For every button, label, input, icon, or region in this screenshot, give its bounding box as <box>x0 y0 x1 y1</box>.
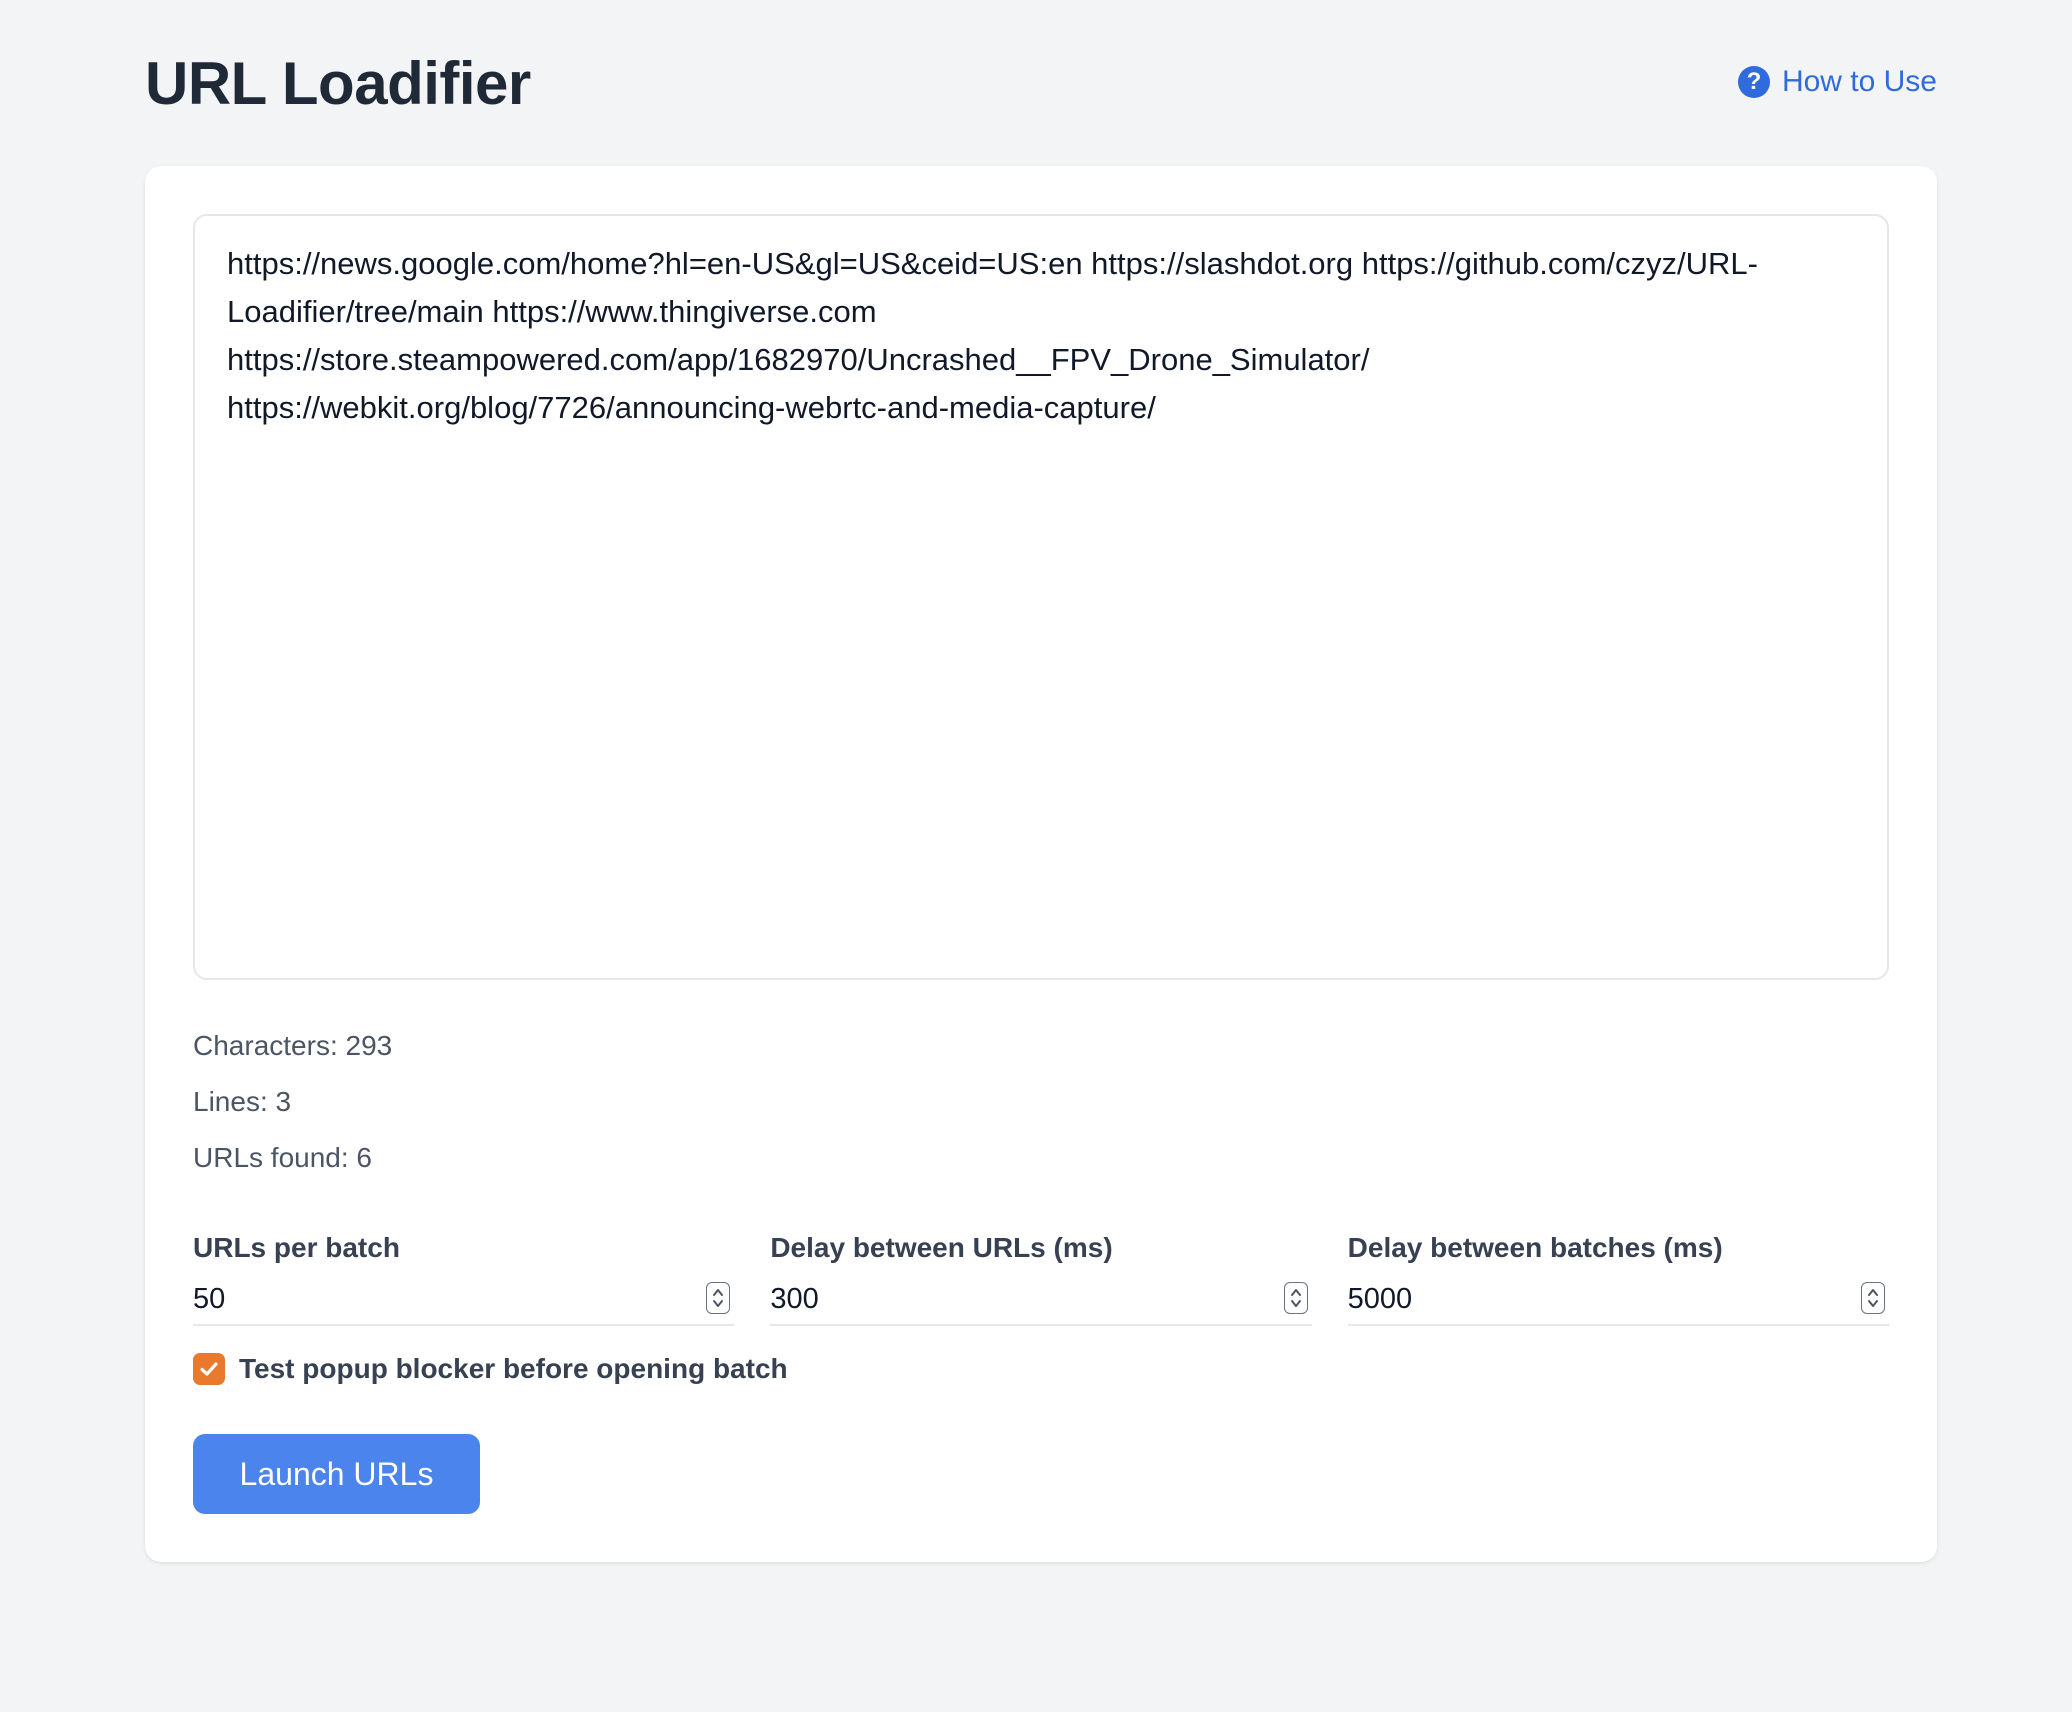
urls-found-count: URLs found: 6 <box>193 1142 372 1173</box>
checkmark-icon <box>200 1362 218 1376</box>
popup-test-option[interactable]: Test popup blocker before opening batch <box>193 1349 788 1389</box>
delay-between-batches-label: Delay between batches (ms) <box>1347 1232 1723 1263</box>
how-to-use-label: How to Use <box>1781 65 1937 98</box>
delay-between-urls-field <box>770 1274 1312 1326</box>
page-title: URL Loadifier <box>145 50 531 117</box>
popup-test-label: Test popup blocker before opening batch <box>239 1353 788 1384</box>
launch-urls-button[interactable]: Launch URLs <box>193 1434 480 1514</box>
urls-per-batch-stepper[interactable] <box>706 1282 731 1314</box>
stats-panel: Characters: 293 Lines: 3 URLs found: 6 <box>193 1026 392 1194</box>
main-card: Characters: 293 Lines: 3 URLs found: 6 U… <box>145 166 1937 1562</box>
settings-row: URLs per batch Delay between URLs (ms) D… <box>193 1228 1889 1326</box>
delay-between-urls-stepper[interactable] <box>1283 1282 1308 1314</box>
delay-between-batches-field <box>1347 1274 1889 1326</box>
delay-between-batches-input[interactable] <box>1347 1279 1889 1319</box>
urls-per-batch-label: URLs per batch <box>193 1232 400 1263</box>
urls-per-batch-field <box>193 1274 735 1326</box>
how-to-use-link[interactable]: ? How to Use <box>1737 62 1937 102</box>
popup-test-checkbox[interactable] <box>193 1353 225 1385</box>
character-count: Characters: 293 <box>193 1030 393 1061</box>
delay-between-urls-label: Delay between URLs (ms) <box>770 1232 1113 1263</box>
delay-between-batches-stepper[interactable] <box>1860 1282 1885 1314</box>
urls-per-batch-input[interactable] <box>193 1279 735 1319</box>
delay-between-batches-setting: Delay between batches (ms) <box>1347 1228 1889 1326</box>
delay-between-urls-input[interactable] <box>770 1279 1312 1319</box>
chevron-up-down-icon <box>1290 1289 1301 1307</box>
url-textarea[interactable] <box>193 214 1889 980</box>
chevron-up-down-icon <box>1867 1289 1878 1307</box>
delay-between-urls-setting: Delay between URLs (ms) <box>770 1228 1312 1326</box>
line-count: Lines: 3 <box>193 1086 292 1117</box>
urls-per-batch-setting: URLs per batch <box>193 1228 735 1326</box>
question-circle-icon: ? <box>1737 66 1770 98</box>
chevron-up-down-icon <box>713 1289 724 1307</box>
